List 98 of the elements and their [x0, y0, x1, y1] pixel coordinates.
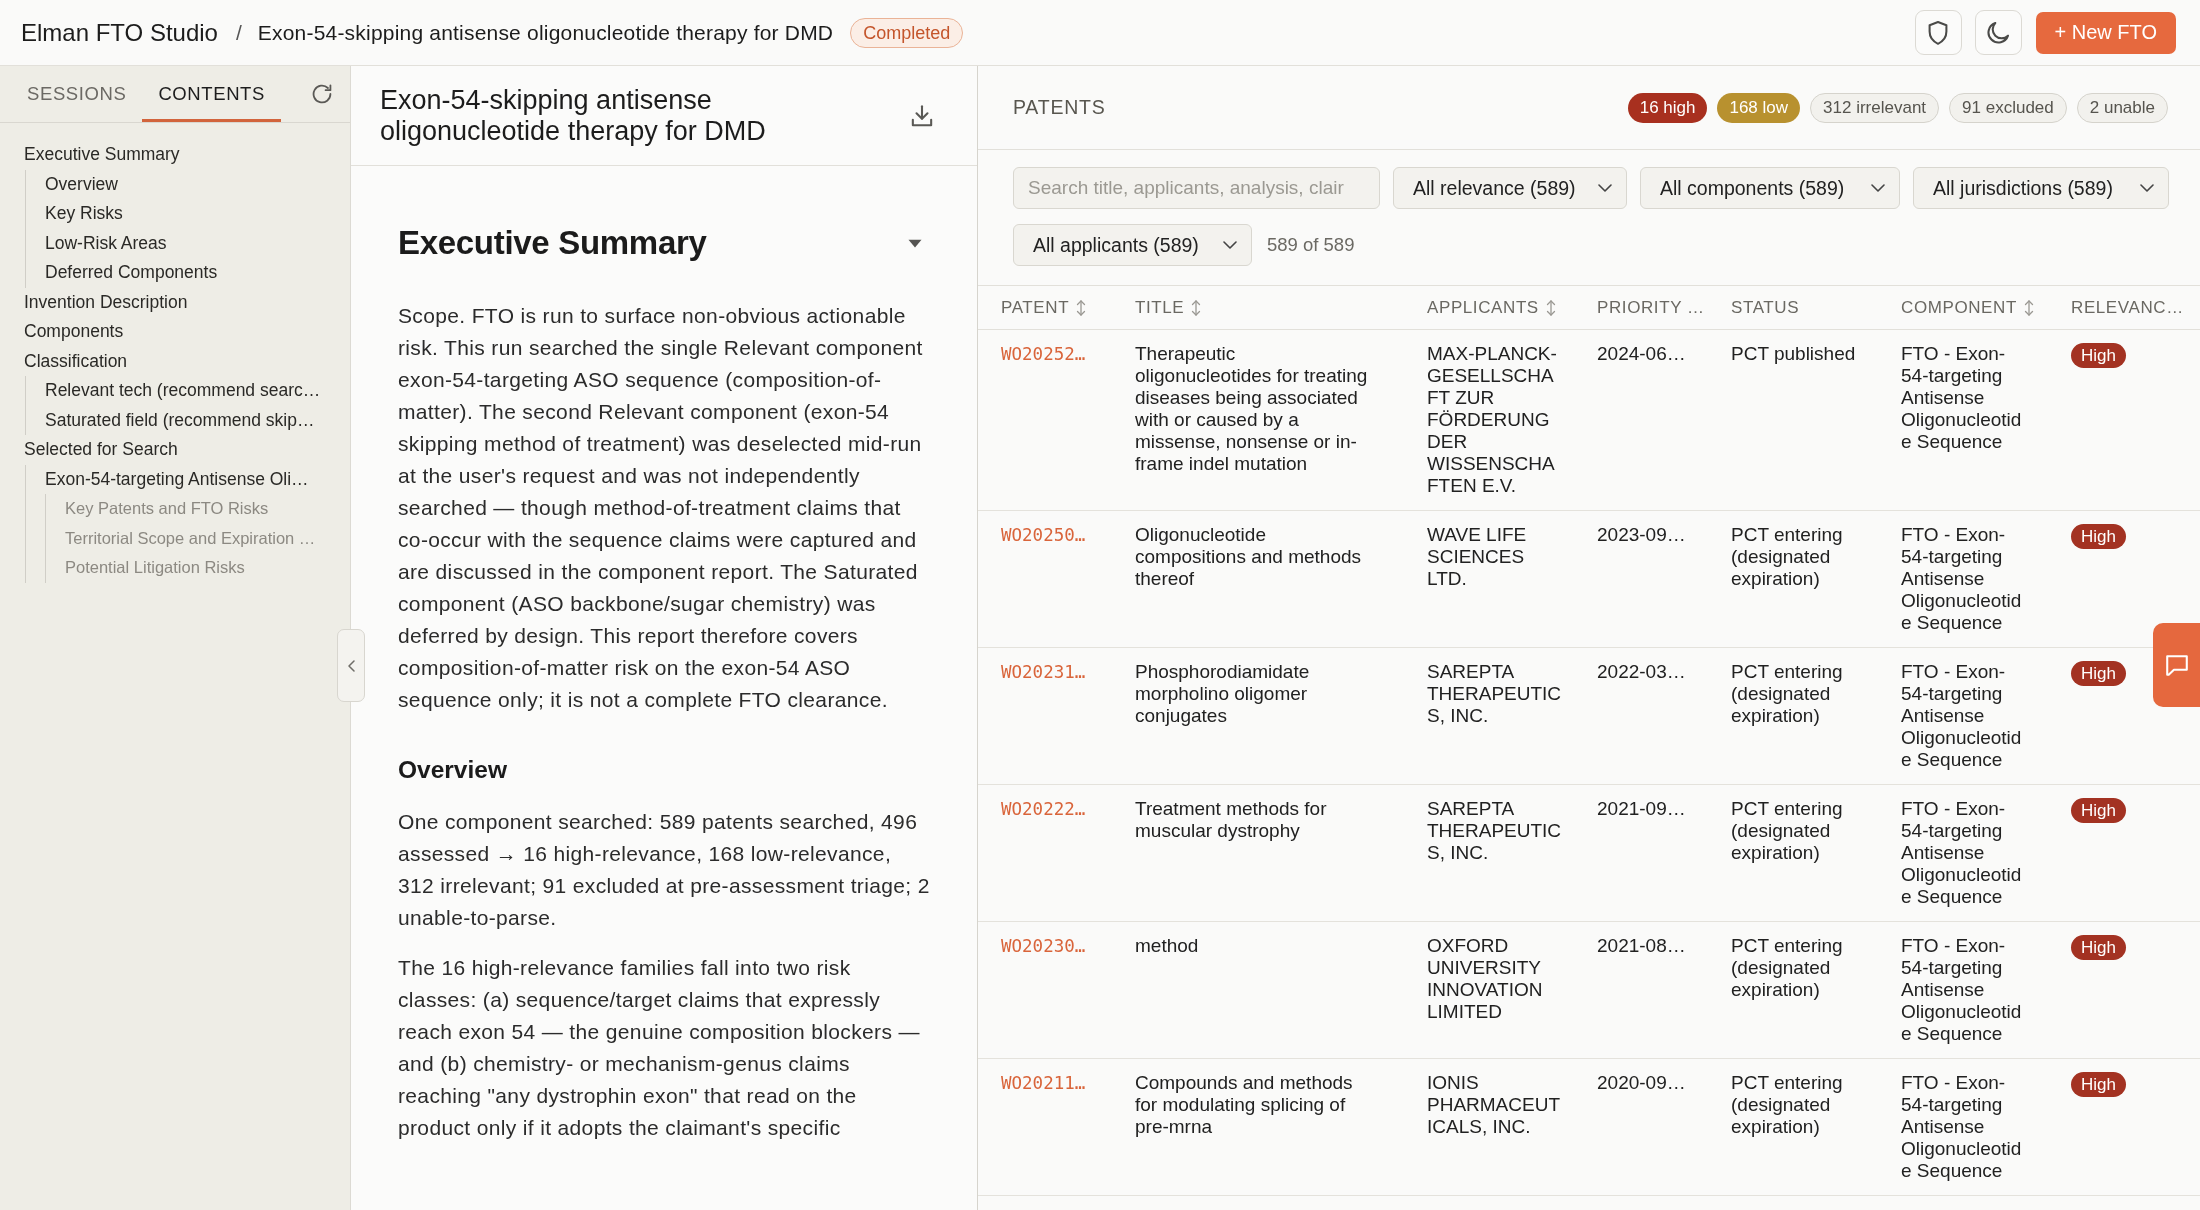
table-cell-text: FTO - Exon-54-targeting Antisense Oligonucleotide Sequence: [1901, 1072, 2023, 1182]
count-badge[interactable]: 312 irrelevant: [1810, 92, 1940, 123]
table-cell-text: IONIS PHARMACEUTICALS, INC.: [1427, 1072, 1561, 1138]
contents-item[interactable]: Saturated field (recommend skip…: [45, 405, 315, 435]
result-count: 589 of 589: [1267, 234, 1355, 256]
project-title: Exon-54-skipping antisense oligonucleotide therapy for DMD: [257, 20, 834, 45]
table-cell-text: FTO - Exon-54-targeting Antisense Oligonucleotide Sequence: [1901, 524, 2023, 634]
table-cell-text: PCT entering (designated expiration): [1731, 1072, 1844, 1138]
table-cell-text: 2020-09…: [1597, 1072, 1687, 1094]
patent-link[interactable]: WO20230…: [1001, 936, 1086, 956]
table-cell-text: FTO - Exon-54-targeting Antisense Oligonucleotide Sequence: [1901, 661, 2023, 771]
patent-link[interactable]: WO20250…: [1001, 525, 1086, 545]
sidebar-tab[interactable]: CONTENTS: [142, 66, 281, 122]
moon-icon: [1987, 21, 2010, 44]
count-badge[interactable]: 16 high: [1627, 92, 1708, 123]
count-badge[interactable]: 2 unable: [2076, 92, 2168, 123]
table-cell-text: Phosphorodiamidate morpholino oligomer conjugates: [1135, 661, 1311, 727]
column-header[interactable]: TITLE: [1135, 297, 1202, 318]
paragraph: Scope. FTO is run to surface non-obvious actionable risk. This run searched the single Relevant component exon-54-targeting ASO sequence (composition-of-matter). The second Relevant component (exon-54 skipping method of treatment) was deselected mid-run at the user's request and was not independently searched — though method-of-treatment claims that co-occur with the sequence claims were captured and are discussed in the component report. The Saturated component (ASO backbone/sugar chemistry) was deferred by design. This report therefore covers composition-of-matter risk on the exon-54 ASO sequence only; it is not a complete FTO clearance.: [398, 303, 924, 713]
table-cell-text: SAREPTA THERAPEUTICS, INC.: [1427, 798, 1563, 864]
chat-icon: [2165, 654, 2188, 676]
contents-item[interactable]: Selected for Search: [24, 435, 178, 465]
table-cell-text: MAX-PLANCK-GESELLSCHAFT ZUR FÖRDERUNG DER WISSENSCHAFTEN E.V.: [1427, 343, 1558, 497]
contents-item[interactable]: Key Risks: [45, 199, 123, 229]
contents-item[interactable]: Exon-54-targeting Antisense Oli…: [45, 464, 309, 494]
column-header: PRIORITY …: [1597, 297, 1705, 318]
sidebar-tab[interactable]: SESSIONS: [11, 66, 143, 122]
feedback-button[interactable]: [2153, 623, 2200, 707]
filter-dropdown[interactable]: All applicants (589): [1013, 224, 1252, 266]
patent-link[interactable]: WO20252…: [1001, 344, 1086, 364]
chevron-down-icon: [2140, 184, 2154, 192]
table-cell-text: 2021-09…: [1597, 798, 1687, 820]
table-cell-text: PCT entering (designated expiration): [1731, 798, 1844, 864]
count-badge[interactable]: 91 excluded: [1949, 92, 2067, 123]
table-cell-text: Compounds and methods for modulating splicing of pre-mrna: [1135, 1072, 1354, 1138]
contents-item[interactable]: Components: [24, 317, 124, 347]
table-cell-text: SAREPTA THERAPEUTICS, INC.: [1427, 661, 1563, 727]
app-name: Elman FTO Studio: [21, 18, 218, 47]
shield-button[interactable]: [1914, 10, 1962, 55]
table-cell-text: FTO - Exon-54-targeting Antisense Oligonucleotide Sequence: [1901, 935, 2023, 1045]
download-icon[interactable]: [911, 104, 933, 127]
patent-link[interactable]: WO20231…: [1001, 662, 1086, 682]
relevance-badge: High: [2071, 1072, 2126, 1097]
column-header[interactable]: COMPONENT: [1901, 297, 2034, 318]
table-cell-text: OXFORD UNIVERSITY INNOVATION LIMITED: [1427, 935, 1544, 1023]
chevron-down-icon: [1223, 241, 1237, 249]
relevance-badge: High: [2071, 661, 2126, 686]
contents-item[interactable]: Classification: [24, 346, 128, 376]
subsection-heading: Overview: [398, 756, 507, 784]
refresh-icon[interactable]: [312, 84, 332, 104]
patent-link[interactable]: WO20222…: [1001, 799, 1086, 819]
table-cell-text: FTO - Exon-54-targeting Antisense Oligonucleotide Sequence: [1901, 798, 2023, 908]
column-header[interactable]: PATENT: [1001, 297, 1087, 318]
filter-dropdown[interactable]: All relevance (589): [1393, 167, 1627, 209]
table-cell-text: FTO - Exon-54-targeting Antisense Oligonucleotide Sequence: [1901, 343, 2023, 453]
column-header[interactable]: APPLICANTS: [1427, 297, 1556, 318]
table-cell-text: Treatment methods for muscular dystrophy: [1135, 798, 1328, 842]
chevron-left-icon: [347, 659, 355, 672]
contents-item[interactable]: Relevant tech (recommend searc…: [45, 376, 321, 406]
filter-dropdown[interactable]: All jurisdictions (589): [1913, 167, 2169, 209]
column-header: STATUS: [1731, 297, 1800, 318]
chevron-down-icon: [1871, 184, 1885, 192]
section-heading: Executive Summary: [398, 224, 707, 262]
table-cell-text: PCT entering (designated expiration): [1731, 661, 1844, 727]
contents-item[interactable]: Deferred Components: [45, 258, 218, 288]
status-badge: Completed: [850, 17, 964, 48]
breadcrumb-separator: /: [235, 20, 242, 45]
contents-item[interactable]: Low-Risk Areas: [45, 228, 167, 258]
report-title: Exon-54-skipping antisense oligonucleotide therapy for DMD: [380, 84, 767, 147]
chevron-down-icon: [1598, 184, 1612, 192]
relevance-badge: High: [2071, 524, 2126, 549]
table-cell-text: 2023-09…: [1597, 524, 1687, 546]
contents-item[interactable]: Overview: [45, 169, 118, 199]
table-cell-text: PCT entering (designated expiration): [1731, 524, 1844, 590]
contents-item[interactable]: Invention Description: [24, 287, 188, 317]
table-cell-text: method: [1135, 935, 1200, 957]
paragraph: One component searched: 589 patents searched, 496 assessed → 16 high-relevance, 168 low-relevance, 312 irrelevant; 91 excluded at pre-assessment triage; 2 unable-to-parse.: [398, 809, 930, 931]
contents-item[interactable]: Executive Summary: [24, 140, 180, 170]
caret-icon[interactable]: [908, 238, 922, 248]
table-cell-text: 2022-03…: [1597, 661, 1687, 683]
relevance-badge: High: [2071, 798, 2126, 823]
table-cell-text: PCT entering (designated expiration): [1731, 935, 1844, 1001]
search-field[interactable]: Search title, applicants, analysis, clair: [1013, 167, 1380, 209]
column-header: RELEVANC…: [2071, 297, 2184, 318]
table-cell-text: Therapeutic oligonucleotides for treating diseases being associated with or caused by a missense, nonsense or in-frame indel mutation: [1135, 343, 1369, 475]
shield-icon: [1928, 20, 1949, 45]
relevance-badge: High: [2071, 935, 2126, 960]
table-cell-text: PCT published: [1731, 343, 1857, 365]
panel-title: PATENTS: [1013, 96, 1106, 119]
table-cell-text: 2021-08…: [1597, 935, 1687, 957]
table-cell-text: 2024-06…: [1597, 343, 1687, 365]
paragraph: The 16 high-relevance families fall into two risk classes: (a) sequence/target claims that expressly reach exon 54 — the genuine composition blockers — and (b) chemistry- or mechanism-genus claims reaching "any dystrophin exon" that read on the product only if it adopts the claimant's specific: [398, 955, 921, 1141]
collapse-handle[interactable]: [337, 629, 365, 702]
filter-dropdown[interactable]: All components (589): [1640, 167, 1900, 209]
theme-button[interactable]: [1974, 10, 2022, 55]
table-cell-text: Oligonucleotide compositions and methods thereof: [1135, 524, 1362, 590]
relevance-badge: High: [2071, 343, 2126, 368]
table-cell-text: WAVE LIFE SCIENCES LTD.: [1427, 524, 1528, 590]
